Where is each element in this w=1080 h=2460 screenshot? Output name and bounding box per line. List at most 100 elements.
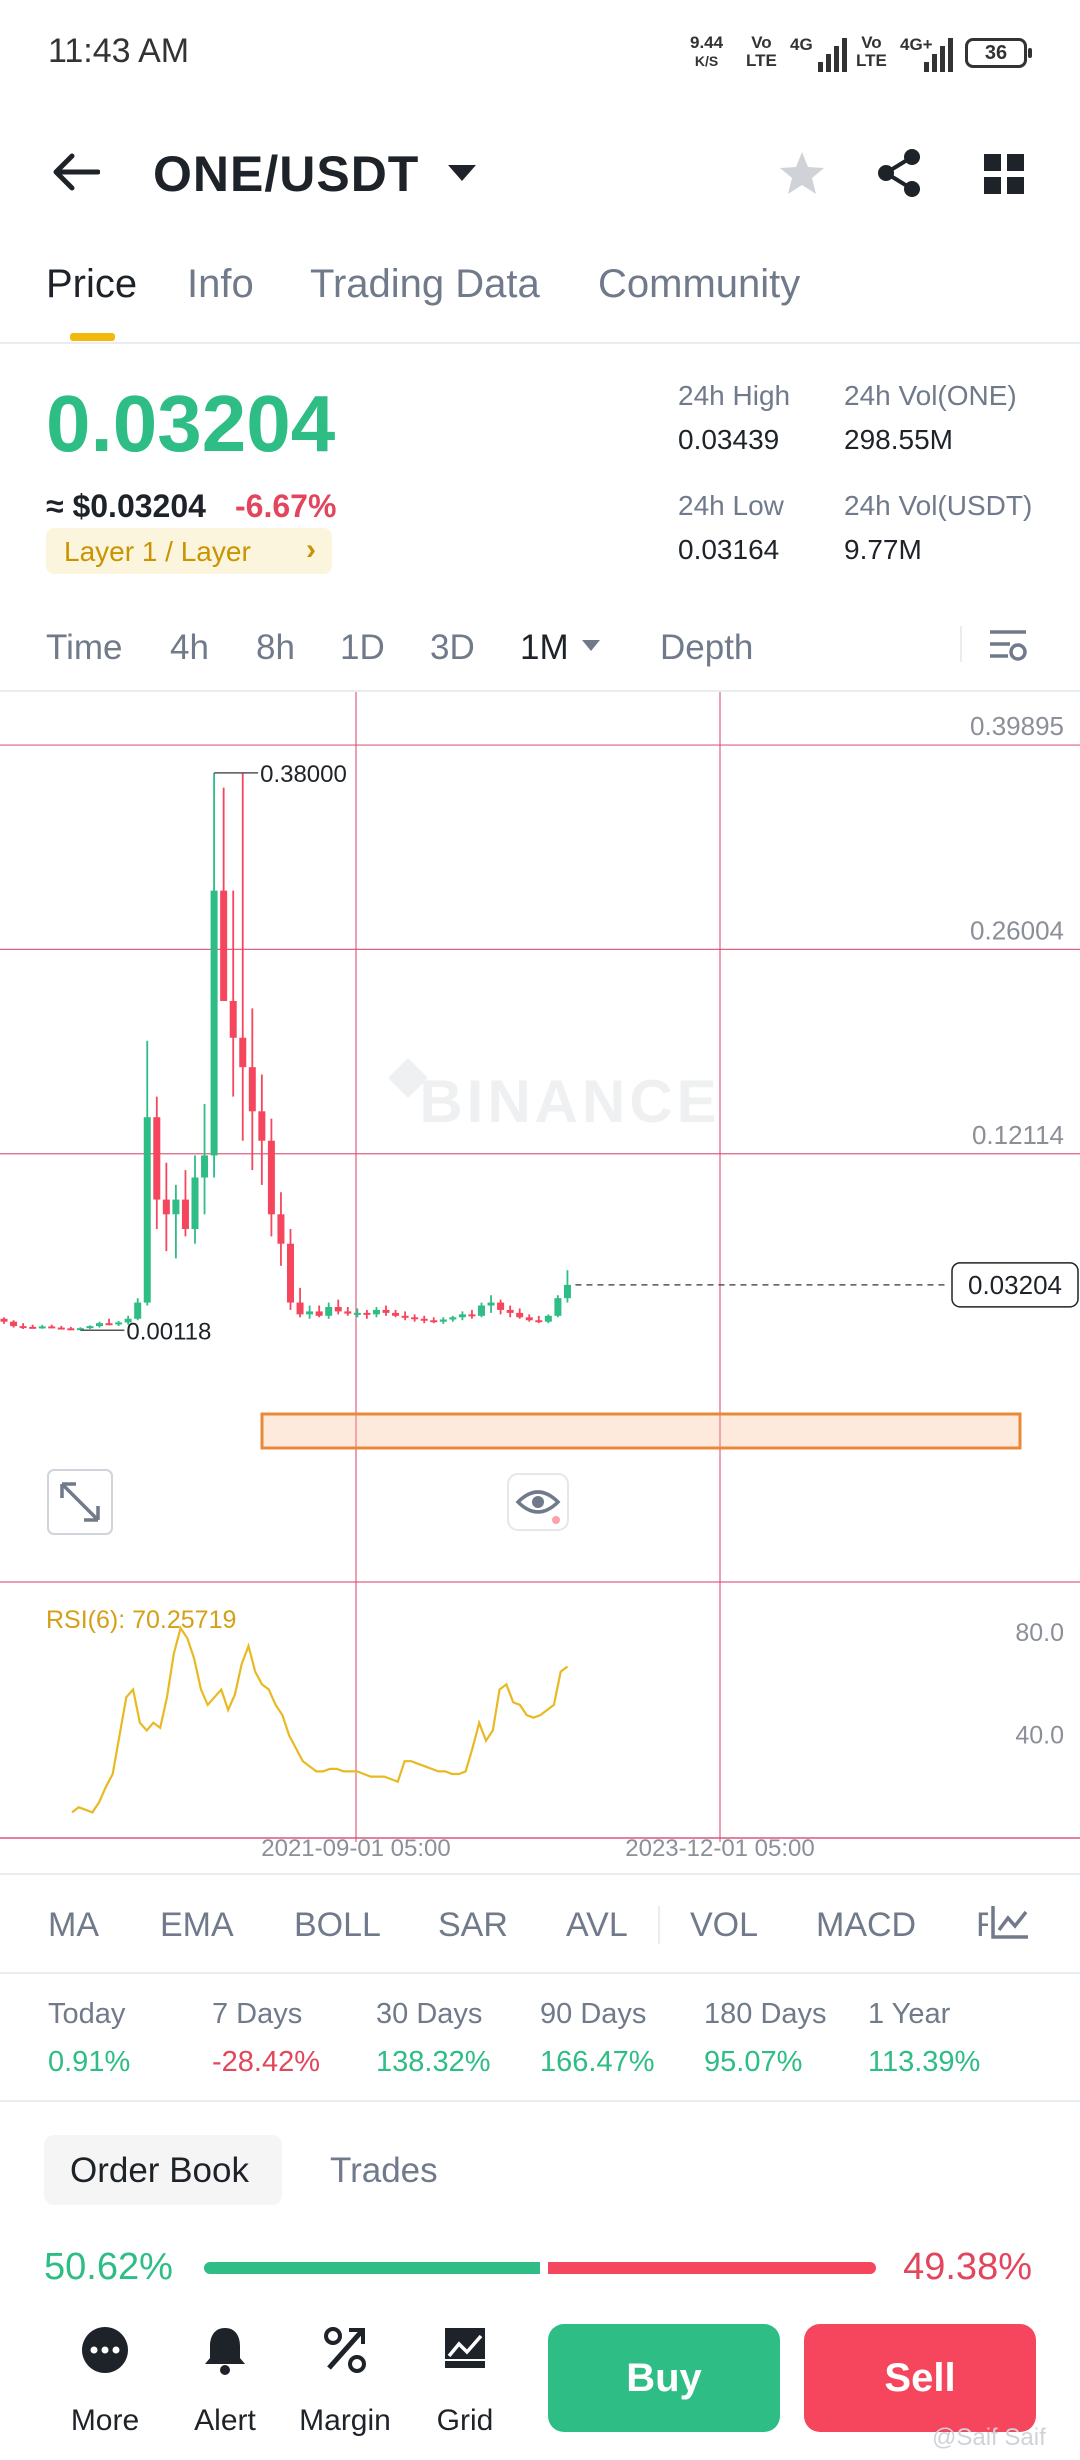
candle-body bbox=[315, 1311, 323, 1316]
indicator-ema[interactable]: EMA bbox=[160, 1906, 234, 1945]
rsi-axis-label: 40.0 bbox=[1015, 1722, 1064, 1750]
back-arrow-icon[interactable] bbox=[50, 152, 100, 192]
last-price: 0.03204 bbox=[46, 379, 336, 468]
interval-8h[interactable]: 8h bbox=[256, 628, 295, 668]
volte-1: Vo LTE bbox=[746, 34, 777, 70]
approx-sign: ≈ bbox=[46, 488, 64, 524]
tab-community[interactable]: Community bbox=[598, 262, 800, 307]
grid-icon[interactable] bbox=[984, 154, 1024, 194]
candle-body bbox=[267, 1140, 275, 1215]
stat-high-value: 0.03439 bbox=[678, 424, 780, 455]
perf-label-today: Today bbox=[48, 1998, 126, 2030]
x-axis-label: 2023-12-01 05:00 bbox=[625, 1835, 815, 1862]
price-chart[interactable]: 0.39895 0.26004 0.12114 BINANCE 0.38000 0.001… bbox=[0, 692, 1080, 1874]
sim1-label: Vo bbox=[751, 33, 772, 52]
status-time: 11:43 AM bbox=[48, 32, 190, 70]
indicator-rsi[interactable]: R bbox=[976, 1906, 988, 1945]
alert-label: Alert bbox=[194, 2404, 256, 2437]
network-speed: 9.44 K/S bbox=[690, 34, 723, 70]
interval-1d[interactable]: 1D bbox=[340, 628, 385, 668]
chevron-right-icon: › bbox=[306, 533, 316, 566]
candle-body bbox=[153, 1117, 161, 1200]
interval-time[interactable]: Time bbox=[46, 628, 122, 668]
candle-body bbox=[363, 1312, 371, 1315]
perf-label-1y: 1 Year bbox=[868, 1998, 951, 2030]
candle-body bbox=[506, 1309, 514, 1313]
expand-icon[interactable] bbox=[47, 1469, 113, 1535]
tab-price[interactable]: Price bbox=[46, 262, 137, 307]
depth-tab[interactable]: Depth bbox=[660, 628, 753, 668]
more-icon bbox=[82, 2327, 128, 2373]
bid-ratio-bar bbox=[204, 2262, 540, 2274]
candle-body bbox=[420, 1318, 428, 1321]
candle-body bbox=[38, 1326, 46, 1329]
indicator-boll[interactable]: BOLL bbox=[294, 1906, 381, 1945]
user-watermark: @Saif Saif bbox=[932, 2424, 1046, 2451]
sim1-sub: LTE bbox=[746, 51, 777, 70]
y-axis-label: 0.39895 bbox=[970, 711, 1064, 741]
interval-1m[interactable]: 1M bbox=[520, 628, 569, 668]
candle-body bbox=[67, 1328, 75, 1331]
indicator-divider bbox=[0, 1972, 1080, 1974]
stat-vol-usdt-label: 24h Vol(USDT) bbox=[844, 490, 1033, 521]
grid-trading-icon bbox=[445, 2328, 485, 2368]
candle-body bbox=[296, 1302, 304, 1315]
ask-percentage: 49.38% bbox=[903, 2246, 1032, 2288]
caret-down-icon[interactable] bbox=[448, 165, 476, 181]
tab-order-book[interactable]: Order Book bbox=[44, 2135, 282, 2205]
eye-icon[interactable] bbox=[507, 1473, 569, 1531]
category-tag[interactable]: Layer 1 / Layer › bbox=[46, 528, 332, 574]
star-icon[interactable] bbox=[778, 150, 826, 196]
candle-body bbox=[29, 1326, 37, 1329]
candle-body bbox=[191, 1177, 199, 1230]
indicator-macd[interactable]: MACD bbox=[816, 1906, 916, 1945]
indicator-vol[interactable]: VOL bbox=[690, 1906, 758, 1945]
indicator-settings-icon[interactable] bbox=[990, 1904, 1030, 1940]
ask-ratio-bar bbox=[548, 2262, 876, 2274]
candle-body bbox=[48, 1326, 56, 1329]
tab-trading-data[interactable]: Trading Data bbox=[310, 262, 540, 307]
buy-button[interactable]: Buy bbox=[548, 2324, 780, 2432]
candle-body bbox=[210, 890, 218, 1156]
candle-body bbox=[334, 1306, 342, 1312]
grid-label: Grid bbox=[436, 2404, 494, 2437]
perf-divider bbox=[0, 2100, 1080, 2102]
min-price-label: 0.00118 bbox=[126, 1318, 211, 1345]
speed-value: 9.44 bbox=[690, 33, 724, 52]
interval-3d[interactable]: 3D bbox=[430, 628, 475, 668]
candle-body bbox=[258, 1111, 266, 1141]
candle-body bbox=[86, 1326, 94, 1329]
net1-label: 4G bbox=[790, 35, 813, 54]
candle-body bbox=[372, 1309, 380, 1315]
tab-info[interactable]: Info bbox=[187, 262, 254, 307]
candle-body bbox=[411, 1317, 419, 1320]
indicator-sar[interactable]: SAR bbox=[438, 1906, 508, 1945]
perf-label-7d: 7 Days bbox=[212, 1998, 303, 2030]
pair-title[interactable]: ONE/USDT bbox=[153, 145, 419, 203]
chart-settings-icon[interactable] bbox=[988, 628, 1028, 664]
sim2-label: Vo bbox=[861, 33, 882, 52]
stat-high-label: 24h High bbox=[678, 380, 791, 411]
candle-body bbox=[19, 1326, 27, 1329]
stat-vol-one-value: 298.55M bbox=[844, 424, 953, 455]
highlight-zone bbox=[260, 1412, 1022, 1450]
price-change: -6.67% bbox=[235, 488, 337, 524]
candle-body bbox=[449, 1317, 457, 1320]
share-icon[interactable] bbox=[876, 148, 922, 198]
eye-icon-pupil bbox=[532, 1496, 544, 1508]
candle-body bbox=[468, 1314, 476, 1317]
candle-body bbox=[115, 1322, 123, 1325]
indicator-ma[interactable]: MA bbox=[48, 1906, 99, 1945]
candle-body bbox=[143, 1117, 151, 1303]
speed-unit: K/S bbox=[694, 53, 719, 69]
interval-caret-icon[interactable] bbox=[582, 640, 600, 651]
sell-button[interactable]: Sell bbox=[804, 2324, 1036, 2432]
interval-4h[interactable]: 4h bbox=[170, 628, 209, 668]
tabs-divider bbox=[0, 342, 1080, 344]
indicator-avl[interactable]: AVL bbox=[566, 1906, 628, 1945]
perf-value-90d: 166.47% bbox=[540, 2046, 655, 2078]
candle-body bbox=[239, 1037, 247, 1068]
candle-body bbox=[544, 1315, 552, 1322]
category-tag-label: Layer 1 / Layer bbox=[64, 536, 251, 567]
tab-trades[interactable]: Trades bbox=[330, 2151, 438, 2191]
